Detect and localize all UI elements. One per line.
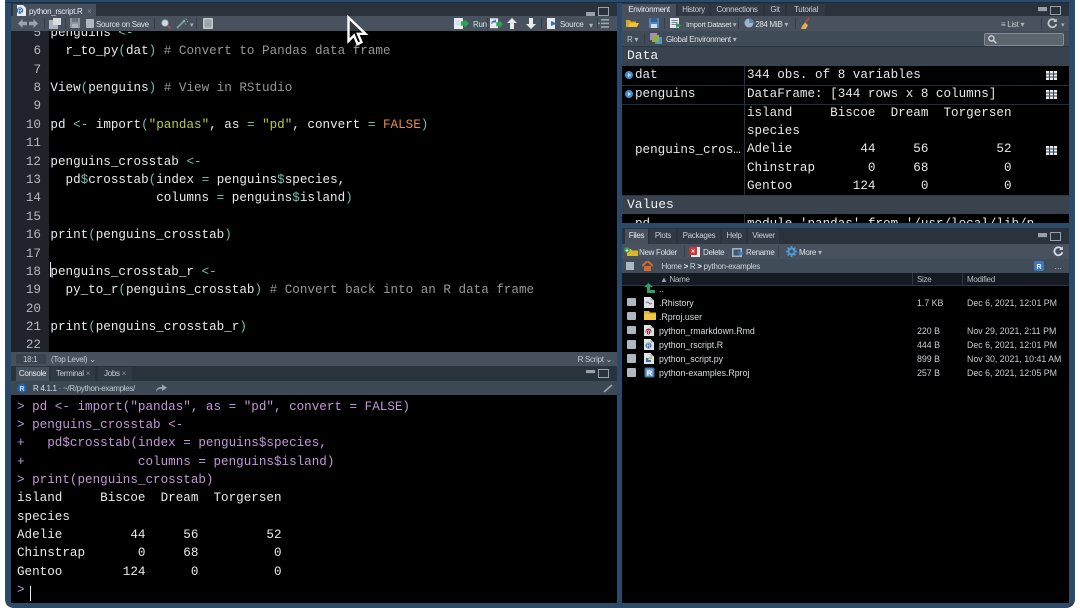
svg-text:R: R [18, 8, 23, 14]
svg-text:+: + [625, 247, 629, 254]
svg-text:R: R [646, 344, 651, 350]
svg-text:R: R [1036, 264, 1041, 271]
svg-text:×: × [691, 248, 695, 255]
svg-text:m: m [646, 330, 651, 336]
svg-text:R: R [19, 386, 24, 393]
svg-text:R: R [647, 369, 653, 378]
